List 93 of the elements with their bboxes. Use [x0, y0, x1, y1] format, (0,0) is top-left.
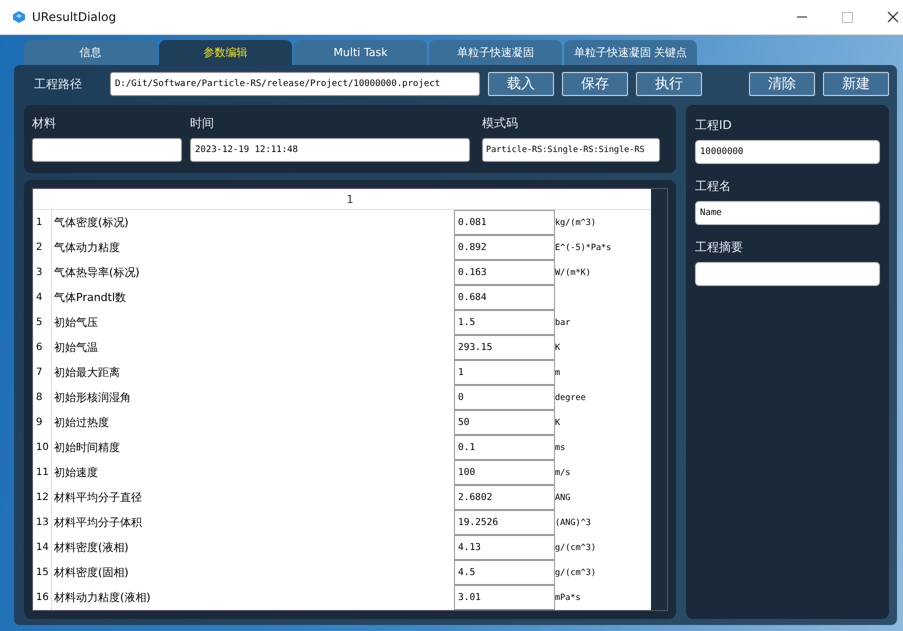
value-field[interactable]: 100 [454, 460, 555, 485]
value-field[interactable]: 4.5 [454, 560, 555, 585]
value-field[interactable]: 1.5 [454, 310, 555, 335]
value-field[interactable]: 0.1 [454, 435, 555, 460]
field-label: 时间 [190, 115, 215, 132]
tab[interactable]: 单粒子快速凝固 [429, 40, 562, 65]
unit-text: (ANG)^3 [555, 518, 591, 528]
row-number: 1 [33, 210, 52, 235]
row-number: 5 [33, 310, 52, 335]
value-field[interactable]: 3.01 [454, 585, 555, 610]
value-field[interactable]: 0.892 [454, 235, 555, 260]
value-field[interactable]: 4.13 [454, 535, 555, 560]
row-number: 16 [33, 585, 52, 610]
unit-text: g/(cm^3) [555, 568, 596, 578]
scrollbar[interactable] [651, 189, 667, 610]
action-button[interactable]: 清除 [749, 72, 815, 96]
row-number: 6 [33, 335, 52, 360]
value-field[interactable]: 0.684 [454, 285, 555, 310]
input-field[interactable] [695, 262, 880, 286]
row-number: 15 [33, 560, 52, 585]
input-field[interactable]: Particle-RS:Single-RS:Single-RS [482, 138, 660, 162]
unit-text: degree [555, 392, 586, 402]
action-button[interactable]: 执行 [636, 72, 702, 96]
row-number: 13 [33, 510, 52, 535]
parameter-name: 初始过热度 [53, 415, 110, 431]
row-number: 2 [33, 235, 52, 260]
action-button[interactable]: 载入 [488, 72, 554, 96]
unit-text: ANG [555, 492, 570, 502]
unit-text: E^(-5)*Pa*s [555, 242, 612, 252]
input-field[interactable]: Name [695, 201, 880, 225]
parameter-name: 材料密度(固相) [53, 565, 130, 581]
field-label: 工程ID [695, 117, 733, 134]
unit-text: K [555, 418, 560, 428]
unit-text: K [555, 342, 560, 352]
field-label: 工程名 [695, 178, 732, 195]
parameter-name: 材料密度(液相) [53, 540, 130, 556]
input-field[interactable]: 10000000 [695, 140, 880, 164]
value-field[interactable]: 50 [454, 410, 555, 435]
value-field[interactable]: 0 [454, 385, 555, 410]
row-number: 8 [33, 385, 52, 410]
parameter-name: 初始时间精度 [53, 440, 121, 456]
field-label: 材料 [32, 115, 57, 132]
input-field[interactable]: 2023-12-19 12:11:48 [190, 138, 470, 162]
parameter-name: 初始速度 [53, 465, 99, 481]
row-number: 4 [33, 285, 52, 310]
value-field[interactable]: 293.15 [454, 335, 555, 360]
unit-text: g/(cm^3) [555, 542, 596, 552]
row-number: 7 [33, 360, 52, 385]
unit-text: W/(m*K) [555, 268, 591, 278]
parameter-name: 气体Prandtl数 [53, 290, 128, 306]
input-field[interactable] [32, 138, 182, 162]
parameter-name: 材料平均分子直径 [53, 490, 143, 506]
parameter-name: 气体密度(标况) [53, 215, 130, 231]
column-header: 1 [346, 192, 354, 206]
tab[interactable]: Multi Task [294, 40, 427, 65]
unit-text: m [555, 368, 560, 378]
tab[interactable]: 参数编辑 [159, 40, 292, 65]
parameter-name: 初始气压 [53, 315, 99, 331]
value-field[interactable]: 0.081 [454, 210, 555, 235]
parameter-name: 气体热导率(标况) [53, 265, 141, 281]
value-field[interactable]: 0.163 [454, 260, 555, 285]
path-label: 工程路径 [33, 76, 83, 92]
row-number: 3 [33, 260, 52, 285]
maximize-icon[interactable] [842, 12, 853, 22]
row-number: 10 [33, 435, 52, 460]
row-number: 14 [33, 535, 52, 560]
unit-text: m/s [555, 468, 570, 478]
path-field[interactable]: D:/Git/Software/Particle-RS/release/Project/10000000.project [110, 72, 480, 96]
row-number: 11 [33, 460, 52, 485]
tab[interactable]: 单粒子快速凝固 关键点 [564, 40, 697, 65]
parameter-name: 气体动力粘度 [53, 240, 121, 256]
unit-text: mPa*s [555, 592, 581, 602]
close-icon[interactable] [887, 11, 899, 23]
value-field[interactable]: 1 [454, 360, 555, 385]
action-button[interactable]: 新建 [823, 72, 889, 96]
tab[interactable]: 信息 [24, 40, 157, 65]
parameter-name: 初始气温 [53, 340, 99, 356]
row-number: 9 [33, 410, 52, 435]
row-number: 12 [33, 485, 52, 510]
value-field[interactable]: 19.2526 [454, 510, 555, 535]
value-field[interactable]: 2.6802 [454, 485, 555, 510]
field-label: 模式码 [482, 115, 519, 132]
field-label: 工程摘要 [695, 239, 744, 256]
action-button[interactable]: 保存 [562, 72, 628, 96]
parameter-name: 初始形核润湿角 [53, 390, 132, 406]
window-title: UResultDialog [32, 10, 116, 24]
parameter-name: 材料动力粘度(液相) [53, 590, 152, 606]
parameter-name: 初始最大距离 [53, 365, 121, 381]
unit-text: bar [555, 318, 570, 328]
unit-text: kg/(m^3) [555, 218, 596, 228]
unit-text: ms [555, 442, 566, 452]
app-icon [12, 10, 26, 24]
parameter-name: 材料平均分子体积 [53, 515, 143, 531]
